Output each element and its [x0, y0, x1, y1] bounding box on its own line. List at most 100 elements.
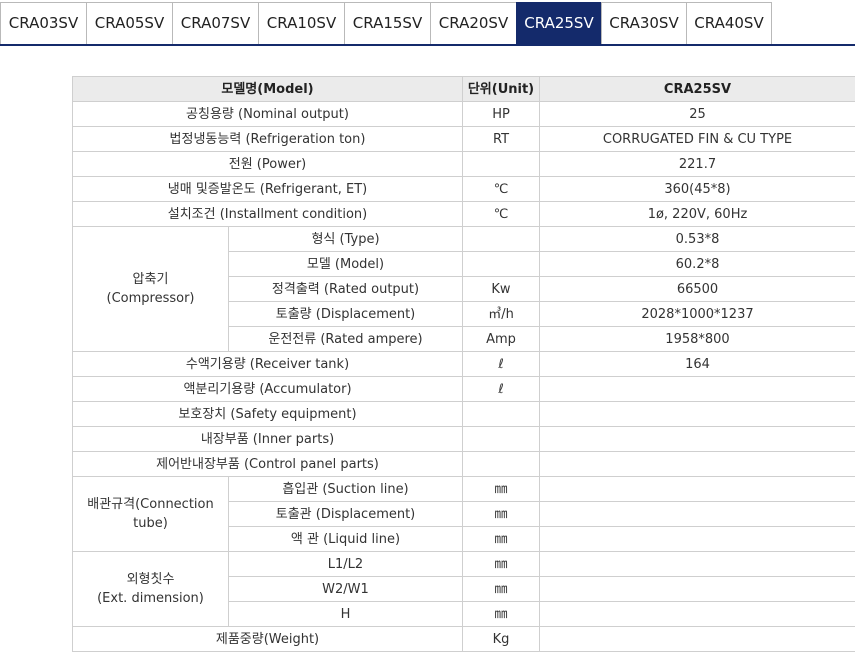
row-unit: ㎜ — [462, 601, 540, 627]
table-row: 공칭용량 (Nominal output) HP 25 — [72, 101, 855, 127]
header-model: 모델명(Model) — [72, 76, 463, 102]
row-label: L1/L2 — [228, 551, 463, 577]
row-value: 1958*800 — [539, 326, 855, 352]
row-unit — [462, 226, 540, 252]
row-label: 운전전류 (Rated ampere) — [228, 326, 463, 352]
tab-cra25sv[interactable]: CRA25SV — [516, 2, 602, 46]
row-label: 보호장치 (Safety equipment) — [72, 401, 463, 427]
table-row: 수액기용량 (Receiver tank) ℓ 164 — [72, 351, 855, 377]
row-value: 66500 — [539, 276, 855, 302]
row-unit: ㎜ — [462, 576, 540, 602]
tab-cra05sv[interactable]: CRA05SV — [86, 2, 173, 45]
row-unit — [462, 251, 540, 277]
row-unit: ℃ — [462, 201, 540, 227]
row-unit: ㎜ — [462, 501, 540, 527]
row-label: 공칭용량 (Nominal output) — [72, 101, 463, 127]
row-unit: RT — [462, 126, 540, 152]
row-unit: ㎥/h — [462, 301, 540, 327]
row-label: 모델 (Model) — [228, 251, 463, 277]
row-value — [539, 551, 855, 577]
row-unit: ℓ — [462, 376, 540, 402]
row-unit — [462, 426, 540, 452]
row-value — [539, 626, 855, 652]
row-label: 설치조건 (Installment condition) — [72, 201, 463, 227]
row-label: 토출량 (Displacement) — [228, 301, 463, 327]
row-unit: ℓ — [462, 351, 540, 377]
row-label: 토출관 (Displacement) — [228, 501, 463, 527]
tab-cra15sv[interactable]: CRA15SV — [344, 2, 431, 45]
header-value: CRA25SV — [539, 76, 855, 102]
row-value — [539, 426, 855, 452]
dimension-group-label: 외형칫수 — [126, 572, 175, 587]
table-row: 전원 (Power) 221.7 — [72, 151, 855, 177]
row-value: 360(45*8) — [539, 176, 855, 202]
row-unit: ㎜ — [462, 526, 540, 552]
tab-cra30sv[interactable]: CRA30SV — [601, 2, 687, 45]
row-label: 제품중량(Weight) — [72, 626, 463, 652]
row-value: 0.53*8 — [539, 226, 855, 252]
row-value: 221.7 — [539, 151, 855, 177]
tab-cra20sv[interactable]: CRA20SV — [430, 2, 517, 45]
header-unit: 단위(Unit) — [462, 76, 540, 102]
row-value — [539, 601, 855, 627]
table-row: 냉매 및증발온도 (Refrigerant, ET) ℃ 360(45*8) — [72, 176, 855, 202]
table-row: 내장부품 (Inner parts) — [72, 426, 855, 452]
table-header-row: 모델명(Model) 단위(Unit) CRA25SV — [72, 76, 855, 102]
model-tab-bar: CRA03SV CRA05SV CRA07SV CRA10SV CRA15SV … — [0, 0, 855, 46]
tab-cra40sv[interactable]: CRA40SV — [686, 2, 772, 45]
table-row: 외형칫수 (Ext. dimension) L1/L2 ㎜ — [72, 551, 855, 627]
table-row: 제어반내장부품 (Control panel parts) — [72, 451, 855, 477]
row-value — [539, 501, 855, 527]
row-value — [539, 526, 855, 552]
row-label: 수액기용량 (Receiver tank) — [72, 351, 463, 377]
row-value — [539, 451, 855, 477]
table-row: 배관규격(Connection tube) 흡입관 (Suction line)… — [72, 476, 855, 552]
spec-table: 모델명(Model) 단위(Unit) CRA25SV 공칭용량 (Nomina… — [72, 76, 855, 652]
dimension-group-cell: 외형칫수 (Ext. dimension) — [72, 551, 229, 627]
row-label: 냉매 및증발온도 (Refrigerant, ET) — [72, 176, 463, 202]
row-unit — [462, 151, 540, 177]
table-row: 법정냉동능력 (Refrigeration ton) RT CORRUGATED… — [72, 126, 855, 152]
row-label: W2/W1 — [228, 576, 463, 602]
row-value: 1ø, 220V, 60Hz — [539, 201, 855, 227]
row-unit — [462, 451, 540, 477]
row-value — [539, 576, 855, 602]
tab-cra03sv[interactable]: CRA03SV — [0, 2, 87, 45]
compressor-group-cell: 압축기 (Compressor) — [72, 226, 229, 352]
row-value — [539, 376, 855, 402]
tab-cra10sv[interactable]: CRA10SV — [258, 2, 345, 45]
row-label: 제어반내장부품 (Control panel parts) — [72, 451, 463, 477]
connection-group-cell: 배관규격(Connection tube) — [72, 476, 229, 552]
row-value — [539, 476, 855, 502]
row-unit: Amp — [462, 326, 540, 352]
table-row: 액분리기용량 (Accumulator) ℓ — [72, 376, 855, 402]
compressor-group-label: 압축기 — [132, 272, 169, 287]
row-unit — [462, 401, 540, 427]
connection-group-label: 배관규격(Connection — [87, 497, 214, 512]
row-value: 60.2*8 — [539, 251, 855, 277]
dimension-group-label-en: (Ext. dimension) — [97, 591, 204, 606]
connection-group-label-cont: tube) — [133, 516, 168, 531]
compressor-group-label-en: (Compressor) — [106, 291, 195, 306]
row-label: 정격출력 (Rated output) — [228, 276, 463, 302]
row-unit: ℃ — [462, 176, 540, 202]
row-label: H — [228, 601, 463, 627]
row-label: 액 관 (Liquid line) — [228, 526, 463, 552]
row-value: 2028*1000*1237 — [539, 301, 855, 327]
row-unit: HP — [462, 101, 540, 127]
row-value: 25 — [539, 101, 855, 127]
row-unit: Kw — [462, 276, 540, 302]
table-row: 보호장치 (Safety equipment) — [72, 401, 855, 427]
row-label: 내장부품 (Inner parts) — [72, 426, 463, 452]
row-value: 164 — [539, 351, 855, 377]
row-label: 형식 (Type) — [228, 226, 463, 252]
row-unit: Kg — [462, 626, 540, 652]
table-row: 설치조건 (Installment condition) ℃ 1ø, 220V,… — [72, 201, 855, 227]
row-unit: ㎜ — [462, 551, 540, 577]
row-value: CORRUGATED FIN & CU TYPE — [539, 126, 855, 152]
table-row: 제품중량(Weight) Kg — [72, 626, 855, 652]
row-label: 법정냉동능력 (Refrigeration ton) — [72, 126, 463, 152]
row-unit: ㎜ — [462, 476, 540, 502]
row-value — [539, 401, 855, 427]
tab-cra07sv[interactable]: CRA07SV — [172, 2, 259, 45]
